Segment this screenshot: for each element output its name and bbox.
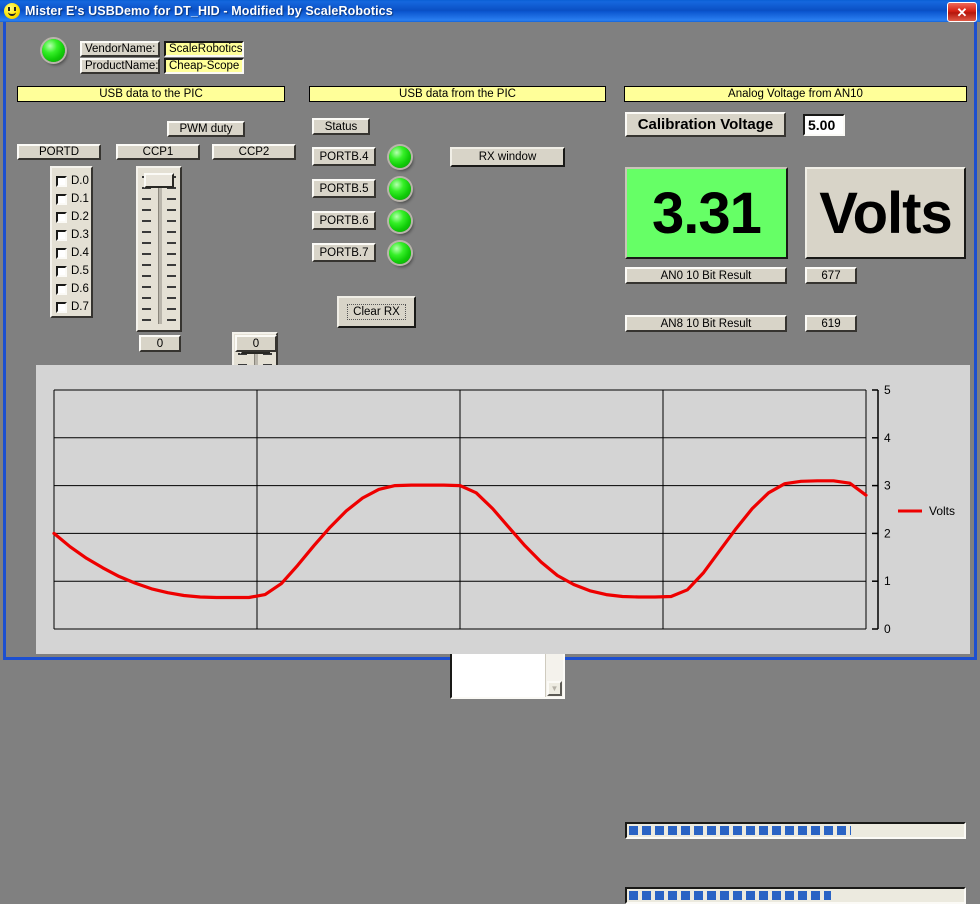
- clear-rx-button[interactable]: Clear RX: [337, 296, 416, 328]
- portd-bit-0[interactable]: D.0: [56, 172, 91, 190]
- portb5-led: [389, 178, 411, 200]
- voltage-unit-label: Volts: [805, 167, 966, 259]
- close-button[interactable]: ✕: [947, 2, 977, 22]
- svg-text:1: 1: [884, 574, 891, 588]
- ccp1-title: CCP1: [116, 144, 200, 160]
- svg-text:5: 5: [884, 383, 891, 397]
- pwm-duty-label: PWM duty: [167, 121, 245, 137]
- portd-bit-2[interactable]: D.2: [56, 208, 91, 226]
- portb4-led: [389, 146, 411, 168]
- portd-checkbox-7[interactable]: [56, 302, 67, 313]
- portd-title: PORTD: [17, 144, 101, 160]
- portd-bit-3[interactable]: D.3: [56, 226, 91, 244]
- portd-checkbox-group: D.0 D.1 D.2 D.3 D.4 D.5: [50, 166, 93, 318]
- ccp1-slider[interactable]: [136, 166, 182, 332]
- title-bar: Mister E's USBDemo for DT_HID - Modified…: [0, 0, 980, 22]
- an8-result-label: AN8 10 Bit Result: [625, 315, 787, 332]
- portd-bit-4[interactable]: D.4: [56, 244, 91, 262]
- portb6-led: [389, 210, 411, 232]
- chart-legend: Volts: [898, 504, 955, 518]
- an0-result-value: 677: [805, 267, 857, 284]
- svg-text:4: 4: [884, 431, 891, 445]
- portb4-label: PORTB.4: [312, 147, 376, 166]
- an8-result-value: 619: [805, 315, 857, 332]
- vendor-name-value: ScaleRobotics: [164, 41, 244, 57]
- portd-label-4: D.4: [71, 247, 89, 259]
- application-window: Mister E's USBDemo for DT_HID - Modified…: [0, 0, 980, 663]
- portd-label-6: D.6: [71, 283, 89, 295]
- voltage-readout: 3.31: [625, 167, 788, 259]
- voltage-chart: 0 1 2 3 4 5 Volts: [36, 365, 970, 654]
- portb7-led: [389, 242, 411, 264]
- vendor-name-label: VendorName:: [80, 41, 160, 57]
- an0-progress-bar: [625, 822, 966, 839]
- chart-legend-label: Volts: [929, 504, 955, 518]
- calibration-voltage-label: Calibration Voltage: [625, 112, 786, 137]
- portd-checkbox-6[interactable]: [56, 284, 67, 295]
- product-name-value: Cheap-Scope: [164, 58, 244, 74]
- rx-window-frame: RX window: [450, 147, 565, 167]
- window-body: VendorName: ScaleRobotics ProductName: C…: [3, 22, 977, 660]
- svg-text:2: 2: [884, 526, 891, 540]
- portd-bit-5[interactable]: D.5: [56, 262, 91, 280]
- ccp2-value: 0: [235, 335, 277, 352]
- window-title: Mister E's USBDemo for DT_HID - Modified…: [25, 4, 393, 18]
- portd-checkbox-5[interactable]: [56, 266, 67, 277]
- svg-text:3: 3: [884, 479, 891, 493]
- portd-bit-7[interactable]: D.7: [56, 298, 91, 316]
- smiley-face-icon: [4, 3, 20, 19]
- usb-from-pic-header: USB data from the PIC: [309, 86, 606, 102]
- portd-bit-1[interactable]: D.1: [56, 190, 91, 208]
- portd-label-0: D.0: [71, 175, 89, 187]
- ccp1-value: 0: [139, 335, 181, 352]
- product-name-label: ProductName:: [80, 58, 160, 74]
- portd-label-5: D.5: [71, 265, 89, 277]
- portd-checkbox-1[interactable]: [56, 194, 67, 205]
- portb7-label: PORTB.7: [312, 243, 376, 262]
- ccp2-title: CCP2: [212, 144, 296, 160]
- chart-y-axis: 0 1 2 3 4 5: [872, 383, 891, 636]
- rx-window-title: RX window: [452, 149, 563, 165]
- portd-checkbox-0[interactable]: [56, 176, 67, 187]
- portd-label-3: D.3: [71, 229, 89, 241]
- portd-checkbox-4[interactable]: [56, 248, 67, 259]
- analog-voltage-header: Analog Voltage from AN10: [624, 86, 967, 102]
- svg-text:0: 0: [884, 622, 891, 636]
- ccp1-slider-thumb[interactable]: [144, 173, 174, 188]
- portb6-label: PORTB.6: [312, 211, 376, 230]
- portd-checkbox-3[interactable]: [56, 230, 67, 241]
- chevron-down-icon[interactable]: ▼: [547, 681, 562, 696]
- calibration-voltage-input[interactable]: 5.00: [803, 114, 845, 136]
- portb5-label: PORTB.5: [312, 179, 376, 198]
- voltage-chart-panel: 0 1 2 3 4 5 Volts: [36, 365, 970, 654]
- portd-label-7: D.7: [71, 301, 89, 313]
- usb-to-pic-header: USB data to the PIC: [17, 86, 285, 102]
- portd-label-2: D.2: [71, 211, 89, 223]
- portd-checkbox-2[interactable]: [56, 212, 67, 223]
- an8-progress-bar: [625, 887, 966, 904]
- status-label: Status: [312, 118, 370, 135]
- portd-label-1: D.1: [71, 193, 89, 205]
- an0-result-label: AN0 10 Bit Result: [625, 267, 787, 284]
- portd-bit-6[interactable]: D.6: [56, 280, 91, 298]
- connection-led: [42, 39, 65, 62]
- clear-rx-label: Clear RX: [347, 304, 406, 320]
